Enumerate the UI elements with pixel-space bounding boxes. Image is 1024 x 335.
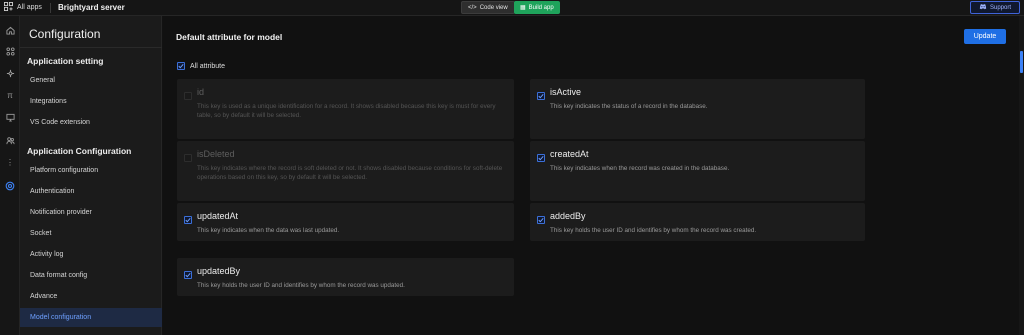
modules-icon[interactable] xyxy=(5,47,15,57)
update-button[interactable]: Update xyxy=(964,29,1006,44)
build-app-label: Build app xyxy=(528,4,554,11)
code-view-button[interactable]: </> Code view xyxy=(461,1,515,14)
pi-icon[interactable]: π xyxy=(5,91,15,101)
attribute-card-createdat[interactable]: createdAt This key indicates when the re… xyxy=(530,141,865,201)
sidebar-title: Configuration xyxy=(29,27,101,41)
settings-icon[interactable] xyxy=(5,181,15,191)
checkbox-disabled-icon xyxy=(184,154,192,162)
monitor-icon[interactable] xyxy=(5,113,15,123)
attribute-card-updatedby[interactable]: updatedBy This key holds the user ID and… xyxy=(177,258,514,296)
section-application-configuration: Application Configuration xyxy=(27,146,132,156)
attribute-description: This key indicates where the record is s… xyxy=(197,165,503,181)
topbar-divider xyxy=(50,3,51,13)
checkbox-checked-icon[interactable] xyxy=(184,271,192,279)
attribute-card-addedby[interactable]: addedBy This key holds the user ID and i… xyxy=(530,203,865,241)
sidebar-item-socket[interactable]: Socket xyxy=(20,224,162,243)
page-title: Default attribute for model xyxy=(176,32,283,42)
grid-icon xyxy=(4,2,14,13)
sidebar-item-notification-provider[interactable]: Notification provider xyxy=(20,203,162,222)
build-icon: ▦ xyxy=(520,5,526,11)
icon-rail: π ⋮ xyxy=(0,16,20,335)
home-icon[interactable] xyxy=(5,26,15,36)
main-content: Default attribute for model Update All a… xyxy=(163,16,1019,335)
sidebar-divider xyxy=(20,47,162,48)
all-attribute-checkbox[interactable]: All attribute xyxy=(177,62,225,70)
code-icon: </> xyxy=(468,4,477,11)
all-apps-label: All apps xyxy=(17,4,42,11)
sidebar-item-general[interactable]: General xyxy=(20,71,162,90)
scrollbar[interactable] xyxy=(1019,16,1024,335)
attribute-description: This key indicates the status of a recor… xyxy=(550,103,708,110)
attribute-name: id xyxy=(197,87,205,97)
sidebar-item-data-format-config[interactable]: Data format config xyxy=(20,266,162,285)
checkbox-checked-icon[interactable] xyxy=(537,154,545,162)
attribute-description: This key holds the user ID and identifie… xyxy=(197,282,405,289)
sidebar-item-model-configuration[interactable]: Model configuration xyxy=(20,308,162,327)
sidebar-item-activity-log[interactable]: Activity log xyxy=(20,245,162,264)
support-button[interactable]: Support xyxy=(970,1,1020,14)
attribute-description: This key holds the user ID and identifie… xyxy=(550,227,757,234)
sidebar-item-platform-configuration[interactable]: Platform configuration xyxy=(20,161,162,180)
team-icon[interactable] xyxy=(5,136,15,146)
support-label: Support xyxy=(989,4,1011,11)
scrollbar-thumb[interactable] xyxy=(1020,51,1023,73)
attribute-name: isDeleted xyxy=(197,149,235,159)
configuration-sidebar: Configuration Application setting Genera… xyxy=(20,16,162,335)
checkbox-disabled-icon xyxy=(184,92,192,100)
integrations-icon[interactable] xyxy=(5,69,15,79)
build-app-button[interactable]: ▦ Build app xyxy=(514,1,560,14)
attribute-card-isactive[interactable]: isActive This key indicates the status o… xyxy=(530,79,865,139)
code-view-label: Code view xyxy=(479,4,508,11)
sidebar-item-integrations[interactable]: Integrations xyxy=(20,92,162,111)
more-vertical-icon[interactable]: ⋮ xyxy=(5,158,15,168)
attribute-description: This key indicates when the record was c… xyxy=(550,165,730,172)
attribute-card-id: id This key is used as a unique identifi… xyxy=(177,79,514,139)
attribute-name: isActive xyxy=(550,87,582,97)
attribute-name: updatedBy xyxy=(197,266,241,276)
attribute-name: createdAt xyxy=(550,149,589,159)
sidebar-item-vs-code-extension[interactable]: VS Code extension xyxy=(20,113,162,132)
all-apps-link[interactable]: All apps xyxy=(4,2,42,13)
top-bar: All apps Brightyard server </> Code view… xyxy=(0,0,1024,16)
discord-icon xyxy=(979,3,987,12)
sidebar-item-authentication[interactable]: Authentication xyxy=(20,182,162,201)
attribute-description: This key indicates when the data was las… xyxy=(197,227,340,234)
checkbox-checked-icon[interactable] xyxy=(537,216,545,224)
attribute-card-isdeleted: isDeleted This key indicates where the r… xyxy=(177,141,514,201)
all-attribute-label: All attribute xyxy=(190,62,226,70)
attribute-name: addedBy xyxy=(550,211,586,221)
checkbox-checked-icon[interactable] xyxy=(537,92,545,100)
attribute-description: This key is used as a unique identificat… xyxy=(197,103,496,119)
section-application-setting: Application setting xyxy=(27,56,104,66)
server-name: Brightyard server xyxy=(58,3,125,12)
attribute-card-updatedat[interactable]: updatedAt This key indicates when the da… xyxy=(177,203,514,241)
attribute-name: updatedAt xyxy=(197,211,239,221)
sidebar-item-advance[interactable]: Advance xyxy=(20,287,162,306)
checkbox-checked-icon[interactable] xyxy=(184,216,192,224)
checkbox-checked-icon xyxy=(177,62,185,70)
